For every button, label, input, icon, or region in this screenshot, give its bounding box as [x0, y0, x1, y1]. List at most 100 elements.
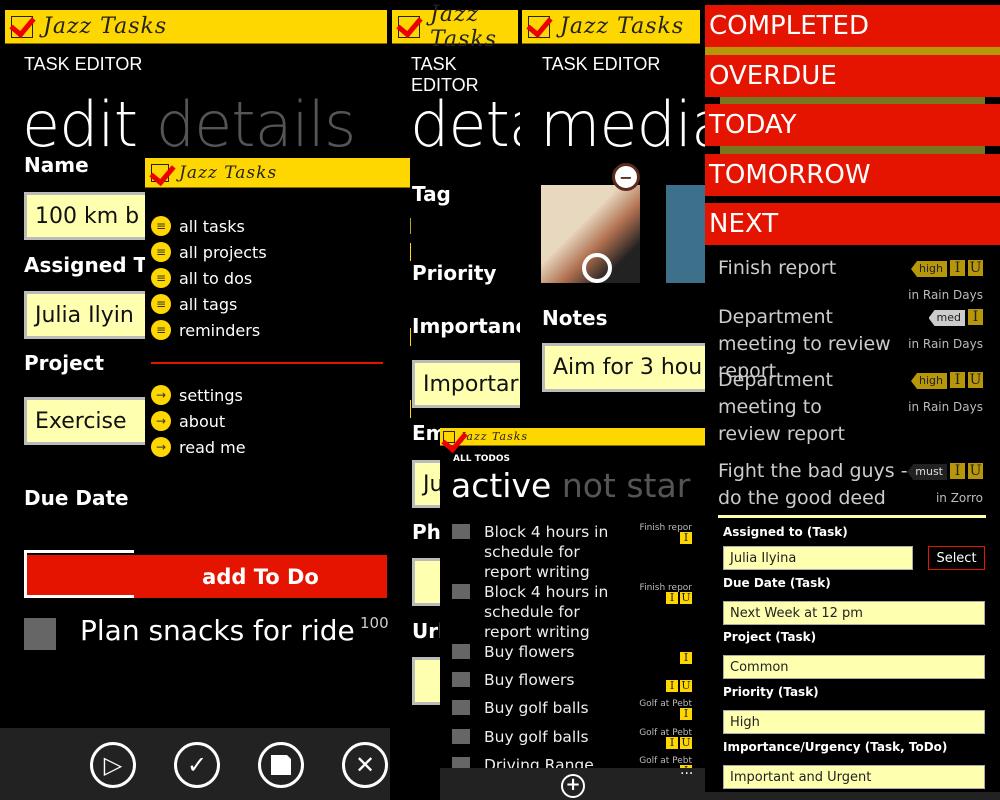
task-item[interactable]: Department meeting to review report high I… — [718, 367, 998, 448]
list-icon: ≡ — [151, 320, 171, 340]
flag-badge: I — [680, 708, 692, 720]
page-caption: TASK EDITOR — [24, 54, 143, 74]
list-icon: ≡ — [151, 294, 171, 314]
todo-text: Buy golf balls — [484, 728, 589, 746]
phone-label: Ph — [412, 520, 441, 544]
menu-about[interactable]: → about — [151, 408, 246, 434]
priority-badge: high — [911, 261, 947, 277]
page-caption: ALL TODOS — [453, 454, 510, 464]
app-title: Jazz Tasks — [43, 14, 168, 39]
task-item[interactable]: Fight the bad guys - do the good deed mus… — [718, 458, 998, 512]
project-label: Project (Task) — [723, 630, 817, 644]
group-overdue[interactable]: OVERDUE — [705, 55, 1000, 97]
todo-item[interactable]: Driving RangeGolf at PebtI — [452, 755, 702, 768]
menu-all-tasks[interactable]: ≡ all tasks — [151, 213, 267, 239]
app-header: Jazz Tasks — [522, 10, 700, 44]
todo-text: Block 4 hours in schedule for report wri… — [484, 583, 609, 641]
arrow-right-icon: → — [151, 385, 171, 405]
menu-settings[interactable]: → settings — [151, 382, 246, 408]
check-icon[interactable]: ✓ — [174, 742, 220, 788]
select-button[interactable]: Select — [928, 546, 985, 570]
importance-input[interactable]: Importar — [412, 360, 520, 408]
tab-not-started[interactable]: not star — [562, 466, 690, 505]
flag-badge: I — [666, 592, 678, 604]
priority-input[interactable]: High — [723, 710, 985, 734]
priority-badge: high — [911, 373, 947, 389]
name-label: Name — [24, 153, 89, 177]
priority-label: Priority — [412, 261, 497, 285]
todo-text: Buy golf balls — [484, 699, 589, 717]
todo-checkbox[interactable] — [452, 644, 470, 659]
priority-label: Priority (Task) — [723, 685, 819, 699]
importance-label: Importanc — [412, 314, 520, 338]
todo-checkbox[interactable] — [452, 524, 470, 539]
tab-edit[interactable]: edit — [22, 88, 138, 161]
todo-checkbox[interactable] — [452, 729, 470, 744]
todo-task: Golf at Pebt — [639, 756, 692, 766]
navigation-menu: Jazz Tasks ≡ all tasks ≡ all projects ≡ all… — [145, 158, 410, 553]
assigned-label: Assigned to (Task) — [723, 525, 848, 539]
assigned-input[interactable]: Julia Ilyina — [723, 546, 913, 570]
due-date-label: Due Date — [24, 486, 129, 510]
logo-check-icon — [11, 15, 33, 38]
logo-check-icon — [151, 163, 169, 182]
todo-item-text: Plan snacks for ride — [80, 614, 355, 647]
todo-text: Buy flowers — [484, 671, 575, 689]
todo-text: Driving Range — [484, 756, 594, 768]
logo-check-icon — [443, 430, 455, 443]
add-todo-button[interactable]: add To Do — [134, 555, 387, 598]
todo-checkbox[interactable] — [452, 700, 470, 715]
flag-badge: U — [680, 591, 692, 604]
list-icon: ≡ — [151, 268, 171, 288]
todo-checkbox[interactable] — [452, 757, 470, 768]
flag-badge: U — [680, 679, 692, 692]
tab-details[interactable]: deta — [410, 88, 520, 161]
assigned-label: Assigned T — [24, 253, 148, 277]
todo-checkbox[interactable] — [24, 618, 56, 650]
add-icon[interactable]: + — [561, 774, 585, 798]
tab-details[interactable]: details — [156, 88, 357, 161]
group-tomorrow[interactable]: TOMORROW — [705, 154, 1000, 196]
todo-checkbox[interactable] — [452, 584, 470, 599]
tab-media[interactable]: media — [540, 88, 705, 161]
todo-task — [664, 666, 692, 677]
todo-task: Finish repor — [639, 523, 692, 533]
todo-task: Golf at Pebt — [639, 728, 692, 738]
project-input[interactable]: Common — [723, 655, 985, 679]
menu-read-me[interactable]: → read me — [151, 434, 246, 460]
due-input[interactable]: Next Week at 12 pm — [723, 601, 985, 625]
task-item[interactable]: Finish report high I Uin Rain Days — [718, 255, 998, 302]
group-next[interactable]: NEXT — [705, 203, 1000, 245]
menu-all-todos[interactable]: ≡ all to dos — [151, 265, 267, 291]
importance-input[interactable]: Important and Urgent — [723, 765, 985, 789]
play-icon[interactable]: ▷ — [90, 742, 136, 788]
group-completed[interactable]: COMPLETED — [705, 5, 1000, 47]
todo-task: Golf at Pebt — [639, 699, 692, 709]
app-header: Jazz Tasks — [392, 2, 518, 52]
todo-task: Finish repor — [639, 583, 692, 593]
due-label: Due Date (Task) — [723, 576, 831, 590]
remove-icon[interactable]: − — [612, 163, 640, 191]
todo-task — [678, 638, 692, 649]
project-label: Project — [24, 351, 105, 375]
menu-all-tags[interactable]: ≡ all tags — [151, 291, 267, 317]
app-header: Jazz Tasks — [145, 158, 410, 188]
photo-thumbnail[interactable] — [666, 185, 705, 283]
importance-label: Importance/Urgency (Task, ToDo) — [723, 740, 948, 754]
flag-badge: I — [666, 737, 678, 749]
close-icon[interactable]: ✕ — [342, 742, 388, 788]
save-icon[interactable] — [258, 742, 304, 788]
arrow-right-icon: → — [151, 411, 171, 431]
todo-checkbox[interactable] — [452, 672, 470, 687]
menu-all-projects[interactable]: ≡ all projects — [151, 239, 267, 265]
tag-label: Tag — [412, 182, 451, 206]
more-button[interactable]: ... — [680, 762, 693, 778]
todo-item-value: 100 — [360, 614, 389, 632]
group-today[interactable]: TODAY — [705, 104, 1000, 146]
arrow-right-icon: → — [151, 437, 171, 457]
edit-icon[interactable] — [582, 253, 612, 283]
tab-active[interactable]: active — [451, 466, 551, 505]
menu-reminders[interactable]: ≡ reminders — [151, 317, 267, 343]
todo-text: Block 4 hours in schedule for report wri… — [484, 523, 609, 581]
notes-input[interactable]: Aim for 3 hou — [542, 343, 705, 392]
